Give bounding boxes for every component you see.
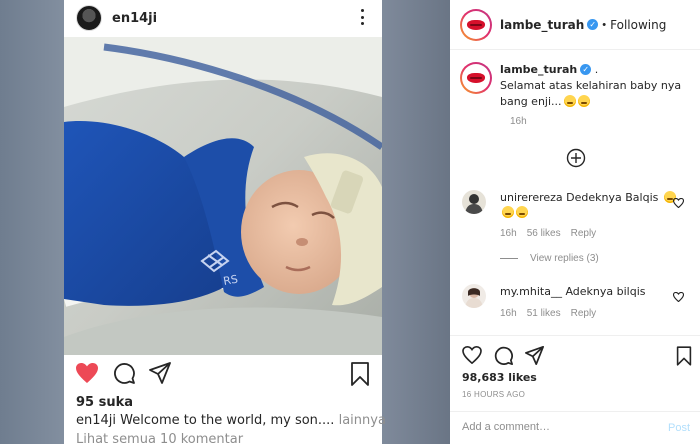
comment-text: Adeknya bilqis [561, 285, 646, 298]
add-comment-bar: Post [450, 411, 700, 444]
save-icon[interactable] [350, 362, 370, 386]
plus-circle-icon[interactable] [566, 148, 586, 173]
panel-actions: 98,683 likes 16 HOURS AGO Post [450, 335, 700, 444]
avatar[interactable] [460, 62, 492, 94]
caption-suffix: . [591, 63, 599, 76]
panel-header: lambe_turah ✓ • Following [450, 0, 700, 50]
more-icon[interactable] [356, 7, 368, 27]
view-all-comments-link[interactable]: Lihat semua 10 komentar [76, 432, 243, 444]
verified-icon: ✓ [580, 64, 592, 75]
share-icon[interactable] [149, 362, 171, 384]
panel-caption: lambe_turah ✓ . Selamat atas kelahiran bab… [460, 62, 692, 127]
likes-count[interactable]: 95 suka [76, 395, 133, 410]
caption-more-link[interactable]: lainnya [334, 413, 386, 428]
view-replies-label: View replies (3) [530, 253, 599, 264]
comment-input[interactable] [462, 421, 642, 433]
comment-icon[interactable] [494, 346, 513, 365]
heart-icon[interactable] [672, 289, 685, 307]
sleeve-logo-text: RS [222, 273, 239, 288]
comment-text: Dedeknya Balqis [562, 191, 659, 204]
share-icon[interactable] [525, 346, 544, 365]
heart-icon[interactable] [462, 346, 482, 365]
caption-text: Selamat atas kelahiran baby nya bang enj… [500, 79, 682, 108]
following-button[interactable]: Following [610, 18, 666, 32]
caption-username[interactable]: lambe_turah [500, 63, 577, 76]
heart-icon[interactable] [75, 362, 99, 384]
post-username[interactable]: en14ji [112, 11, 157, 26]
reply-button[interactable]: Reply [571, 228, 597, 239]
post-header: en14ji [64, 0, 382, 36]
post-photo[interactable]: RS [64, 37, 382, 355]
panel-username[interactable]: lambe_turah [500, 18, 584, 32]
emoji-icon [516, 206, 528, 218]
comment-likes[interactable]: 51 likes [527, 308, 561, 319]
separator: • [602, 18, 607, 31]
caption-text: Welcome to the world, my son.... [116, 413, 335, 428]
save-icon[interactable] [676, 346, 692, 366]
avatar[interactable] [460, 8, 492, 41]
comment-username[interactable]: unirerereza [500, 191, 563, 204]
lips-logo-icon [467, 19, 485, 30]
comment-item: my.mhita__ Adeknya bilqis 16h 51 likes Rep… [462, 284, 692, 319]
baby-photo-illustration: RS [64, 37, 382, 355]
post-actions [75, 362, 171, 384]
comment-username[interactable]: my.mhita__ [500, 285, 562, 298]
heart-icon[interactable] [672, 195, 685, 213]
verified-icon: ✓ [587, 19, 599, 30]
caption-username[interactable]: en14ji [76, 413, 116, 428]
comment-time: 16h [500, 308, 517, 319]
comment-item: unirerereza Dedeknya Balqis 16h 56 likes R… [462, 190, 692, 239]
likes-count[interactable]: 98,683 likes [462, 371, 537, 384]
reply-button[interactable]: Reply [571, 308, 597, 319]
view-replies-link[interactable]: View replies (3) [500, 253, 599, 264]
emoji-icon [502, 206, 514, 218]
emoji-icon [577, 95, 590, 107]
emoji-icon [563, 95, 576, 107]
post-button[interactable]: Post [668, 422, 690, 434]
comment-likes[interactable]: 56 likes [527, 228, 561, 239]
comment-time: 16h [500, 228, 517, 239]
comment-icon[interactable] [113, 362, 135, 384]
avatar[interactable] [462, 284, 486, 308]
avatar[interactable] [76, 5, 102, 31]
post-caption: en14ji Welcome to the world, my son.... … [76, 413, 386, 428]
lips-logo-icon [467, 73, 485, 83]
divider [500, 258, 518, 259]
post-card: en14ji RS 95 suka en14ji Welcome to the … [64, 0, 386, 444]
post-date[interactable]: 16 HOURS AGO [462, 390, 525, 399]
avatar[interactable] [462, 190, 486, 214]
caption-time: 16h [510, 116, 527, 127]
